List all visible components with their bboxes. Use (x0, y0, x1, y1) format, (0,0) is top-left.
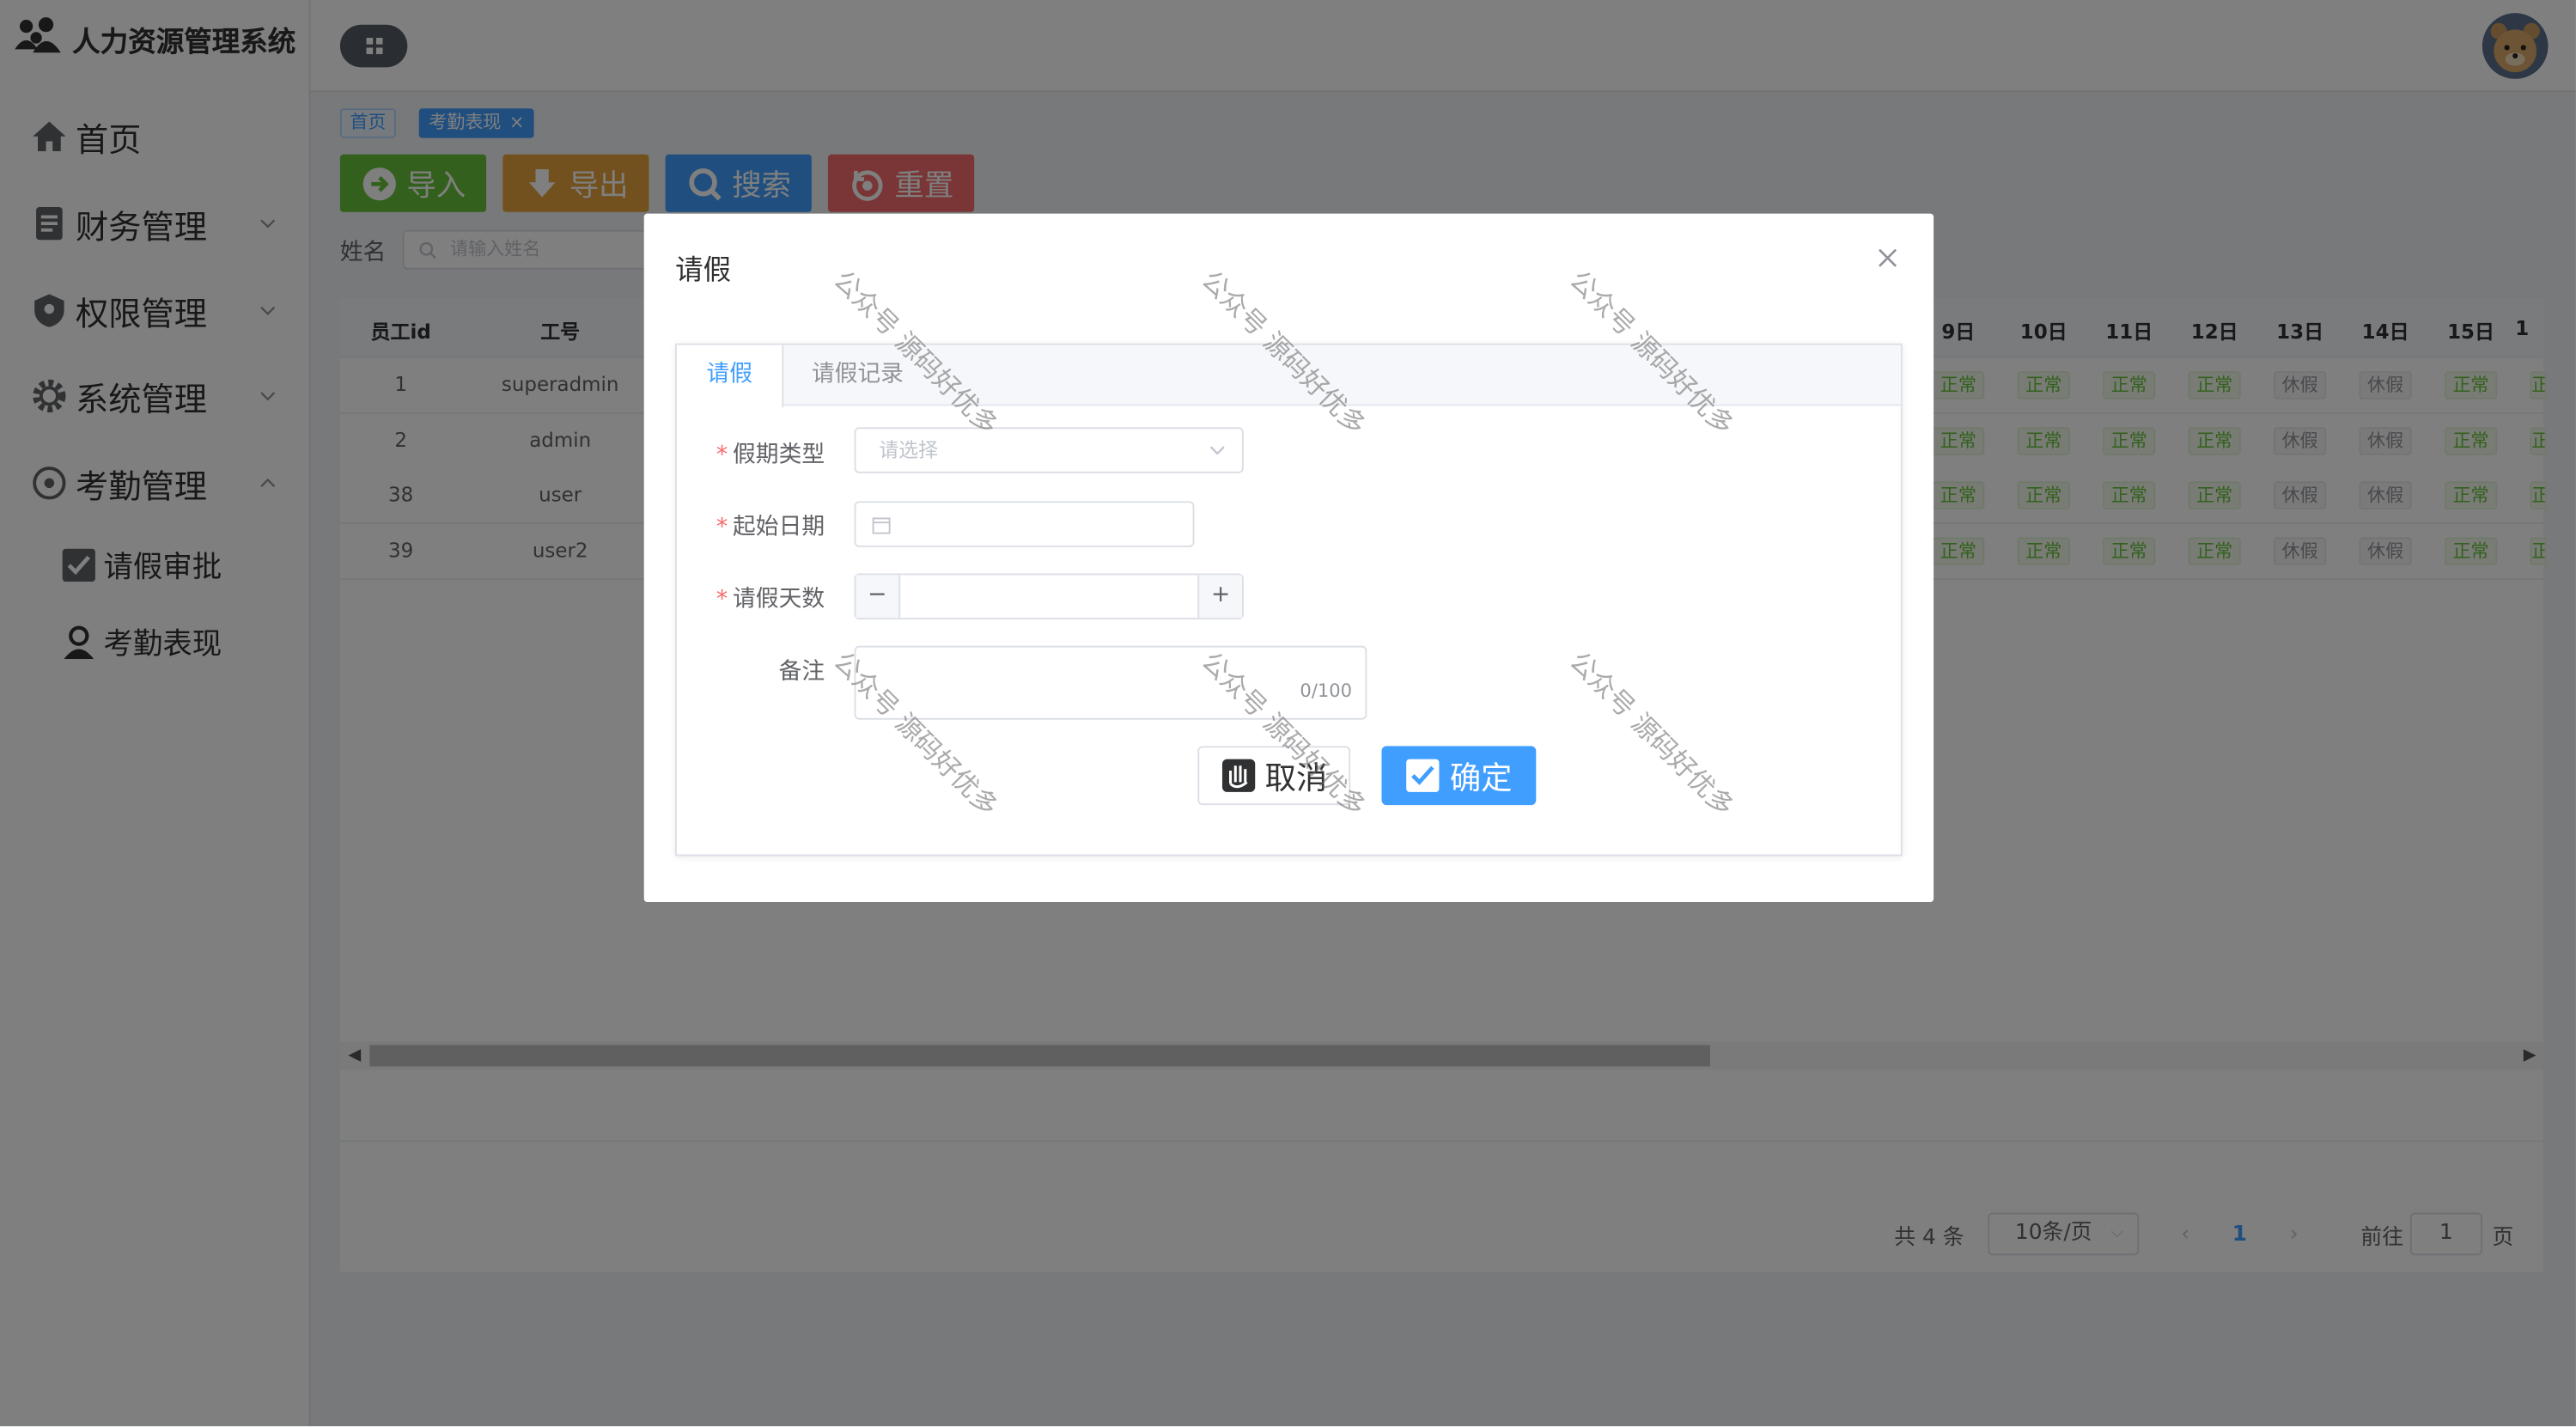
check-square-icon (1407, 759, 1440, 792)
remark-textarea[interactable]: 0/100 (854, 645, 1367, 720)
calendar-icon (872, 517, 891, 534)
remark-label: 备注 (778, 658, 825, 686)
leave-type-label-text: 假期类型 (733, 442, 825, 469)
leave-type-label: * 假期类型 (677, 437, 825, 470)
decrement-button[interactable]: − (856, 575, 901, 619)
cancel-label: 取消 (1264, 759, 1328, 796)
remark-counter: 0/100 (1300, 680, 1353, 702)
tab-bar: 请假 请假记录 (676, 345, 1901, 408)
leave-days-label: * 请假天数 (677, 582, 825, 614)
cancel-button[interactable]: 取消 (1197, 746, 1351, 806)
leave-type-placeholder: 请选择 (879, 438, 939, 462)
increment-button[interactable]: + (1197, 575, 1242, 619)
close-icon[interactable] (1876, 247, 1899, 270)
tab-leave-records[interactable]: 请假记录 (782, 345, 933, 406)
chevron-down-icon (1209, 446, 1225, 455)
hand-icon (1221, 759, 1256, 792)
leave-days-stepper[interactable]: − + (854, 573, 1244, 620)
tab-leave[interactable]: 请假 (676, 345, 784, 408)
dialog-title: 请假 (675, 254, 732, 288)
leave-days-label-text: 请假天数 (733, 586, 825, 613)
start-date-label-text: 起始日期 (733, 514, 825, 541)
required-mark: * (716, 442, 728, 469)
confirm-button[interactable]: 确定 (1381, 746, 1537, 806)
start-date-label: * 起始日期 (677, 509, 825, 542)
start-date-picker[interactable] (854, 501, 1195, 547)
required-mark: * (716, 514, 728, 541)
leave-dialog: 请假 请假 请假记录 * 假期类型 请选择 * 起始日期 * 请假天数 − + 备注 (643, 213, 1934, 903)
required-mark: * (716, 586, 728, 613)
confirm-label: 确定 (1449, 759, 1513, 796)
leave-type-select[interactable]: 请选择 (854, 427, 1244, 473)
leave-tabs-card: 请假 请假记录 * 假期类型 请选择 * 起始日期 * 请假天数 − + 备注 0/1… (675, 343, 1903, 857)
